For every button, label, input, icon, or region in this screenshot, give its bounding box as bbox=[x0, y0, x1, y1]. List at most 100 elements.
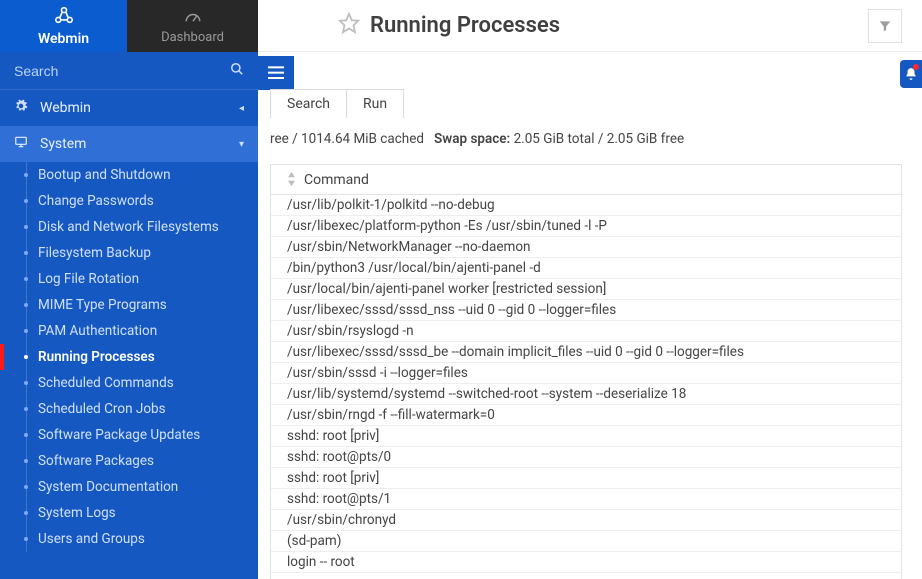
notifications-button[interactable] bbox=[900, 60, 922, 88]
sidebar-item-label: Users and Groups bbox=[38, 531, 145, 547]
table-row[interactable]: sshd: root [priv] bbox=[271, 468, 901, 489]
table-row[interactable]: /usr/sbin/NetworkManager --no-daemon bbox=[271, 237, 901, 258]
table-row[interactable]: (sd-pam) bbox=[271, 531, 901, 552]
sidebar-item[interactable]: PAM Authentication bbox=[0, 318, 258, 344]
sidebar-item[interactable]: Running Processes bbox=[0, 344, 258, 370]
swap-label: Swap space: bbox=[434, 131, 510, 147]
sort-icon[interactable] bbox=[287, 172, 296, 188]
mem-cached-tail: ree / 1014.64 MiB cached bbox=[270, 131, 424, 147]
tab-run[interactable]: Run bbox=[347, 89, 404, 118]
sidebar-item-label: Software Package Updates bbox=[38, 427, 200, 443]
sidebar-item-label: System Logs bbox=[38, 505, 116, 521]
sidebar-item[interactable]: Filesystem Backup bbox=[0, 240, 258, 266]
table-row[interactable]: sshd: root@pts/1 bbox=[271, 489, 901, 510]
table-row[interactable]: /bin/python3 /usr/local/bin/ajenti-panel… bbox=[271, 258, 901, 279]
sidebar: Webmin ◂ System ▾ Bootup and Shutdown Cha… bbox=[0, 52, 258, 579]
sidebar-item[interactable]: System Documentation bbox=[0, 474, 258, 500]
nav-section-label: Webmin bbox=[40, 100, 91, 116]
process-table: Command /usr/lib/polkit-1/polkitd --no-d… bbox=[270, 164, 902, 579]
bullet-icon bbox=[24, 251, 28, 255]
table-row[interactable]: sshd: root@pts/0 bbox=[271, 447, 901, 468]
gauge-icon bbox=[184, 8, 202, 28]
brand-tab[interactable]: Webmin bbox=[0, 0, 127, 52]
nav-section-label: System bbox=[40, 136, 86, 152]
sidebar-search[interactable] bbox=[0, 52, 258, 90]
bullet-icon bbox=[24, 407, 28, 411]
bullet-icon bbox=[24, 381, 28, 385]
table-body: /usr/lib/polkit-1/polkitd --no-debug/usr… bbox=[271, 195, 901, 573]
memory-info: ree / 1014.64 MiB cached Swap space: 2.0… bbox=[270, 131, 684, 147]
search-input[interactable] bbox=[14, 63, 230, 79]
search-icon[interactable] bbox=[230, 62, 244, 80]
bullet-icon bbox=[24, 173, 28, 177]
sub-tabs: Search Run bbox=[270, 89, 404, 118]
sidebar-item-label: System Documentation bbox=[38, 479, 178, 495]
bullet-icon bbox=[24, 433, 28, 437]
sidebar-item[interactable]: Scheduled Cron Jobs bbox=[0, 396, 258, 422]
sidebar-item-label: PAM Authentication bbox=[38, 323, 157, 339]
bullet-icon bbox=[24, 199, 28, 203]
gear-icon bbox=[14, 99, 32, 117]
sidebar-item[interactable]: Log File Rotation bbox=[0, 266, 258, 292]
sidebar-item[interactable]: Scheduled Commands bbox=[0, 370, 258, 396]
bullet-icon bbox=[24, 511, 28, 515]
main-content: Running Processes Search Run ree / 1014.… bbox=[258, 0, 922, 579]
bullet-icon bbox=[24, 537, 28, 541]
sidebar-item-label: Filesystem Backup bbox=[38, 245, 151, 261]
sidebar-item[interactable]: System Logs bbox=[0, 500, 258, 526]
page-title: Running Processes bbox=[370, 13, 560, 38]
bullet-icon bbox=[24, 225, 28, 229]
sidebar-item[interactable]: MIME Type Programs bbox=[0, 292, 258, 318]
bullet-icon bbox=[24, 277, 28, 281]
filter-button[interactable] bbox=[868, 9, 902, 43]
star-icon[interactable] bbox=[338, 12, 360, 39]
table-row[interactable]: /usr/libexec/platform-python -Es /usr/sb… bbox=[271, 216, 901, 237]
bullet-icon bbox=[24, 303, 28, 307]
tab-search[interactable]: Search bbox=[270, 89, 347, 118]
chevron-left-icon: ◂ bbox=[239, 103, 244, 114]
titlebar: Running Processes bbox=[258, 0, 922, 52]
table-row[interactable]: /usr/lib/polkit-1/polkitd --no-debug bbox=[271, 195, 901, 216]
table-header[interactable]: Command bbox=[271, 165, 901, 195]
sidebar-item-label: Scheduled Commands bbox=[38, 375, 174, 391]
monitor-icon bbox=[14, 135, 32, 153]
sidebar-item-label: Disk and Network Filesystems bbox=[38, 219, 219, 235]
bullet-icon bbox=[24, 485, 28, 489]
sidebar-item[interactable]: Software Packages bbox=[0, 448, 258, 474]
table-row[interactable]: /usr/local/bin/ajenti-panel worker [rest… bbox=[271, 279, 901, 300]
table-row[interactable]: /usr/sbin/rsyslogd -n bbox=[271, 321, 901, 342]
chevron-down-icon: ▾ bbox=[239, 139, 244, 150]
webmin-logo-icon bbox=[54, 6, 74, 29]
brand-name: Webmin bbox=[38, 31, 89, 47]
col-command: Command bbox=[304, 172, 369, 188]
sidebar-item[interactable]: Disk and Network Filesystems bbox=[0, 214, 258, 240]
bullet-icon bbox=[24, 355, 28, 359]
sidebar-item[interactable]: Users and Groups bbox=[0, 526, 258, 552]
sidebar-item-label: Log File Rotation bbox=[38, 271, 139, 287]
sidebar-item[interactable]: Bootup and Shutdown bbox=[0, 162, 258, 188]
dashboard-tab-label: Dashboard bbox=[161, 30, 224, 45]
table-row[interactable]: /usr/lib/systemd/systemd --switched-root… bbox=[271, 384, 901, 405]
swap-value: 2.05 GiB total / 2.05 GiB free bbox=[514, 131, 685, 147]
table-row[interactable]: /usr/sbin/sssd -i --logger=files bbox=[271, 363, 901, 384]
hamburger-toggle[interactable] bbox=[258, 56, 294, 90]
bullet-icon bbox=[24, 459, 28, 463]
sidebar-item-label: Software Packages bbox=[38, 453, 154, 469]
dashboard-tab[interactable]: Dashboard bbox=[127, 0, 258, 52]
sidebar-item[interactable]: Change Passwords bbox=[0, 188, 258, 214]
table-row[interactable]: /usr/sbin/rngd -f --fill-watermark=0 bbox=[271, 405, 901, 426]
notification-dot bbox=[913, 64, 919, 70]
sidebar-item-label: Scheduled Cron Jobs bbox=[38, 401, 166, 417]
table-row[interactable]: sshd: root [priv] bbox=[271, 426, 901, 447]
nav-items: Bootup and Shutdown Change Passwords Disk … bbox=[0, 162, 258, 552]
table-row[interactable]: /usr/libexec/sssd/sssd_be --domain impli… bbox=[271, 342, 901, 363]
sidebar-item[interactable]: Software Package Updates bbox=[0, 422, 258, 448]
sidebar-item-label: MIME Type Programs bbox=[38, 297, 167, 313]
table-row[interactable]: /usr/sbin/chronyd bbox=[271, 510, 901, 531]
sidebar-item-label: Change Passwords bbox=[38, 193, 154, 209]
nav-section-webmin[interactable]: Webmin ◂ bbox=[0, 90, 258, 126]
nav-section-system[interactable]: System ▾ bbox=[0, 126, 258, 162]
table-row[interactable]: login -- root bbox=[271, 552, 901, 573]
sidebar-item-label: Bootup and Shutdown bbox=[38, 167, 171, 183]
table-row[interactable]: /usr/libexec/sssd/sssd_nss --uid 0 --gid… bbox=[271, 300, 901, 321]
